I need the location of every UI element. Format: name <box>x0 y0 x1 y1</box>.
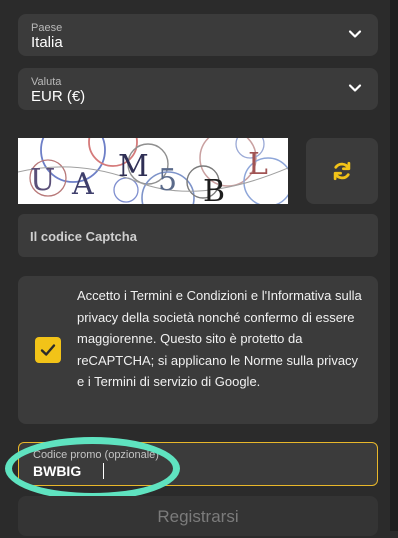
captcha-code-input[interactable]: Il codice Captcha <box>18 214 378 257</box>
captcha-letter: A <box>71 167 94 202</box>
captcha-letter: L <box>248 147 268 182</box>
chevron-down-icon <box>348 30 362 38</box>
refresh-icon <box>333 161 351 181</box>
currency-value: EUR (€) <box>31 88 86 105</box>
currency-select[interactable]: Valuta EUR (€) <box>18 68 378 110</box>
captcha-letter: 5 <box>158 163 177 198</box>
text-caret <box>103 463 104 479</box>
captcha-refresh-button[interactable] <box>306 138 378 204</box>
captcha-input-placeholder: Il codice Captcha <box>30 229 137 244</box>
promo-code-label: Codice promo (opzionale) <box>33 449 159 461</box>
promo-code-value: BWBIG <box>33 463 82 479</box>
chevron-down-icon <box>348 84 362 92</box>
country-value: Italia <box>31 34 63 51</box>
captcha-drawing: U A M 5 B L <box>18 138 288 204</box>
terms-text: Accetto i Termini e Condizioni e l'Infor… <box>77 288 362 390</box>
currency-label: Valuta <box>31 76 62 88</box>
terms-checkbox[interactable] <box>35 337 61 363</box>
captcha-letter: U <box>30 163 55 198</box>
terms-consent-box: Accetto i Termini e Condizioni e l'Infor… <box>18 276 378 424</box>
country-select[interactable]: Paese Italia <box>18 14 378 56</box>
register-button[interactable]: Registrarsi <box>18 496 378 536</box>
country-label: Paese <box>31 22 63 34</box>
captcha-letter: B <box>203 174 225 204</box>
right-edge-strip <box>390 0 398 531</box>
promo-code-input[interactable]: Codice promo (opzionale) BWBIG <box>18 442 378 486</box>
checkmark-icon <box>40 344 56 356</box>
captcha-image: U A M 5 B L <box>18 138 288 204</box>
captcha-letter: M <box>118 149 149 184</box>
